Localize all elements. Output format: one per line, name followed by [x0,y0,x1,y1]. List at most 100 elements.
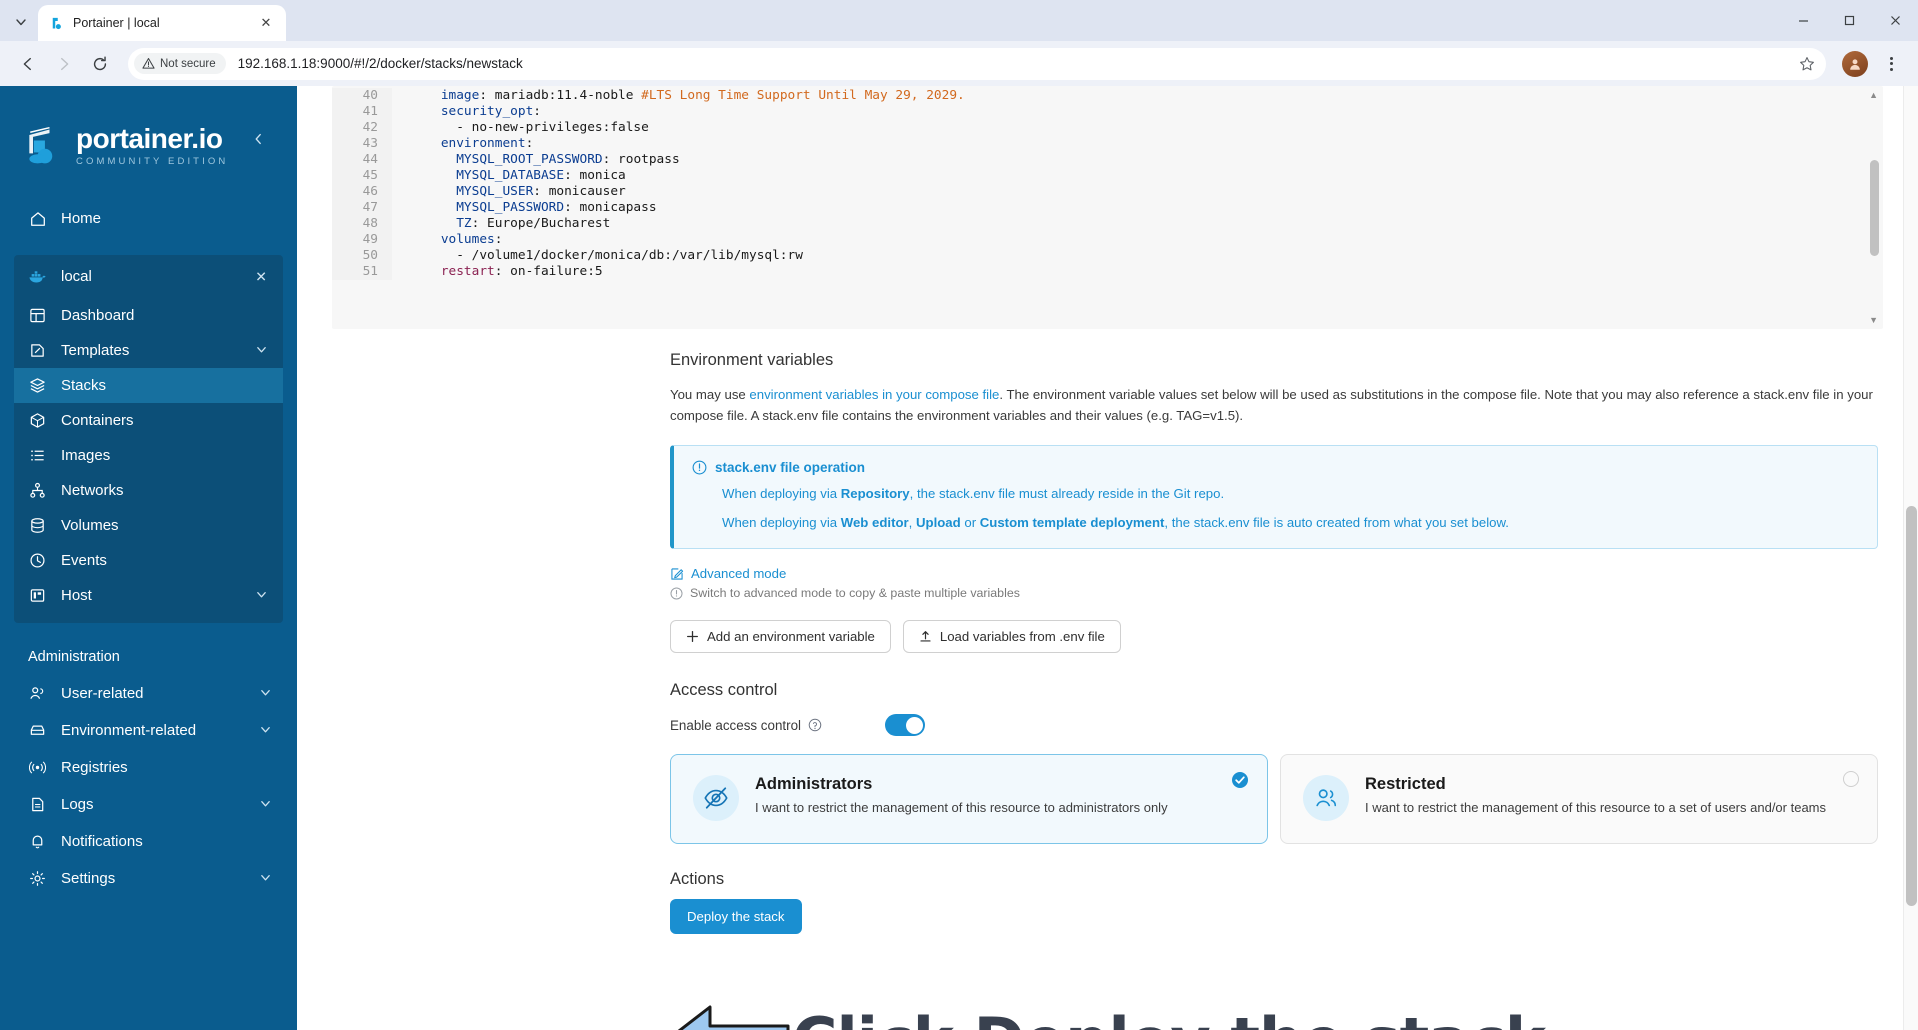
radio-empty-icon [1843,771,1859,788]
page-scrollbar[interactable] [1903,86,1918,1030]
code-line[interactable]: MYSQL_DATABASE: monica [410,168,1883,184]
code-line[interactable]: TZ: Europe/Bucharest [410,216,1883,232]
sidebar-item-containers[interactable]: Containers [14,403,283,438]
dot [1889,67,1893,71]
code-line[interactable]: - /volume1/docker/monica/db:/var/lib/mys… [410,248,1883,264]
sidebar-item-events[interactable]: Events [14,543,283,578]
editor-scroll-thumb[interactable] [1870,160,1879,256]
browser-menu-button[interactable] [1876,49,1906,79]
sidebar-environment-header[interactable]: local ✕ [14,255,283,298]
bookmark-button[interactable] [1794,51,1820,77]
upload-icon [920,631,931,642]
code-token: MYSQL_ROOT_PASSWORD [410,152,603,167]
environment-variables-title: Environment variables [670,351,834,369]
deploy-the-stack-button[interactable]: Deploy the stack [670,899,802,935]
compose-env-vars-link[interactable]: environment variables in your compose fi… [749,387,999,402]
sidebar-environment-close-icon[interactable]: ✕ [255,268,267,285]
info-box-line-2: When deploying via Web editor, Upload or… [692,513,1859,533]
code-line[interactable]: MYSQL_PASSWORD: monicapass [410,200,1883,216]
chevron-down-icon[interactable] [260,798,271,812]
access-control-card-restricted[interactable]: Restricted I want to restrict the manage… [1280,754,1878,845]
sidebar-item-user-related[interactable]: User-related [0,675,297,712]
sidebar-item-volumes[interactable]: Volumes [14,508,283,543]
window-minimize-button[interactable] [1780,0,1826,41]
code-line[interactable]: image: mariadb:11.4-noble #LTS Long Time… [410,88,1883,104]
load-env-file-label: Load variables from .env file [939,629,1105,645]
portainer-logo[interactable]: portainer.io COMMUNITY EDITION [0,106,297,168]
sidebar-item-stacks[interactable]: Stacks [14,368,283,403]
code-token: - /volume1/docker/monica/db:/var/lib/mys… [410,248,803,263]
app-sidebar: portainer.io COMMUNITY EDITION Home loca… [0,86,297,1030]
sidebar-item-registries[interactable]: Registries [0,749,297,786]
scroll-up-arrow-icon[interactable]: ▲ [1869,90,1878,100]
line-number: 48 [362,216,378,231]
enable-access-control-toggle[interactable] [885,714,925,737]
advanced-mode-toggle[interactable]: Advanced mode [670,566,1878,581]
line-number: 43 [362,136,378,151]
sidebar-item-images[interactable]: Images [14,438,283,473]
site-security-badge[interactable]: Not secure [134,53,226,74]
sidebar-item-user-related-label: User-related [61,685,144,702]
sidebar-environment-panel: local ✕ Dashboard Templates Stacks Conta… [14,255,283,623]
load-variables-from-env-file-button[interactable]: Load variables from .env file [902,620,1121,654]
users-icon [28,684,47,703]
sidebar-item-stacks-label: Stacks [61,377,107,394]
page-scroll-thumb[interactable] [1906,506,1917,906]
question-circle-icon[interactable] [808,718,822,732]
chevron-down-icon[interactable] [256,589,267,603]
line-number: 40 [362,88,378,103]
chevron-down-icon[interactable] [256,344,267,358]
code-lines: image: mariadb:11.4-noble #LTS Long Time… [392,88,1883,280]
tab-search-button[interactable] [4,6,38,38]
sidebar-item-environment-related[interactable]: Environment-related [0,712,297,749]
line-number: 50 [362,248,378,263]
annotation-text: Click Deploy the stack [792,1010,1546,1030]
sidebar-item-notifications[interactable]: Notifications [0,823,297,860]
line-number: 42 [362,120,378,135]
code-line[interactable]: MYSQL_ROOT_PASSWORD: rootpass [410,152,1883,168]
restricted-card-title: Restricted [1365,775,1446,794]
editor-scrollbar[interactable]: ▲ ▼ [1869,90,1879,325]
code-line[interactable]: restart: on-failure:5 [410,264,1883,280]
sidebar-item-home[interactable]: Home [0,200,297,237]
sidebar-item-logs[interactable]: Logs [0,786,297,823]
sidebar-item-networks[interactable]: Networks [14,473,283,508]
sidebar-item-templates[interactable]: Templates [14,333,283,368]
code-line[interactable]: security_opt: [410,104,1883,120]
chevron-down-icon[interactable] [260,687,271,701]
events-clock-icon [28,551,47,570]
compose-editor[interactable]: 40 41 42 43 44 45 46 47 48 49 50 51 image: mariadb:… [332,86,1883,329]
back-button[interactable] [12,48,44,80]
maximize-icon [1844,15,1854,26]
plus-icon [687,631,698,643]
code-token: : rootpass [602,152,680,167]
access-control-card-administrators[interactable]: Administrators I want to restrict the ma… [670,754,1268,845]
chevron-down-icon[interactable] [260,872,271,886]
code-token: volumes [410,232,495,247]
collapse-sidebar-button[interactable] [247,128,269,150]
scroll-down-arrow-icon[interactable]: ▼ [1869,315,1878,325]
browser-tab[interactable]: Portainer | local ✕ [38,5,286,41]
sidebar-item-settings[interactable]: Settings [0,860,297,897]
code-line[interactable]: MYSQL_USER: monicauser [410,184,1883,200]
code-line[interactable]: - no-new-privileges:false [410,120,1883,136]
forward-button[interactable] [48,48,80,80]
add-environment-variable-button[interactable]: Add an environment variable [670,620,891,654]
enable-access-control-label: Enable access control [670,717,802,733]
sidebar-item-host[interactable]: Host [14,578,283,613]
code-line[interactable]: environment: [410,136,1883,152]
tab-close-button[interactable]: ✕ [256,13,276,33]
chevron-down-icon[interactable] [260,724,271,738]
dashboard-icon [28,306,47,325]
sidebar-item-events-label: Events [61,552,107,569]
toggle-knob [905,716,923,734]
address-bar[interactable]: Not secure 192.168.1.18:9000/#!/2/docker… [128,47,1826,80]
sidebar-item-settings-label: Settings [61,870,116,887]
window-close-button[interactable] [1872,0,1918,41]
volumes-icon [28,516,47,535]
code-line[interactable]: volumes: [410,232,1883,248]
sidebar-item-dashboard[interactable]: Dashboard [14,298,283,333]
profile-avatar[interactable] [1842,50,1868,77]
reload-button[interactable] [84,48,116,80]
window-maximize-button[interactable] [1826,0,1872,41]
